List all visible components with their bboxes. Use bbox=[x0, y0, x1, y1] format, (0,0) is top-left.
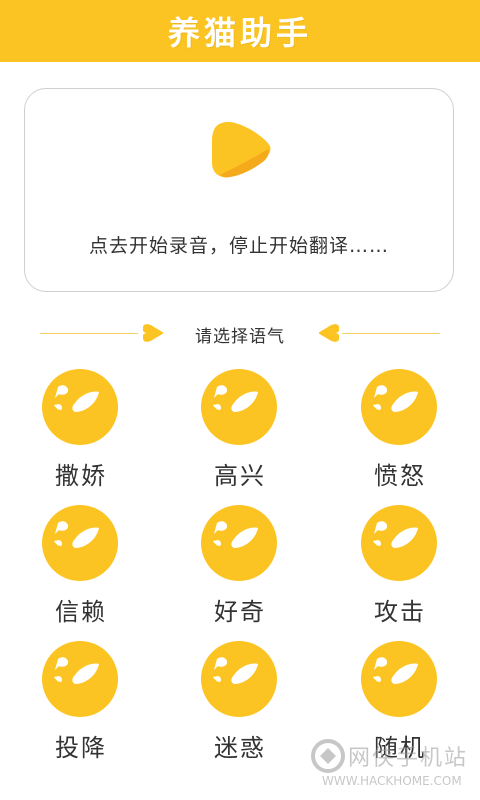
app-header: 养猫助手 bbox=[0, 0, 480, 62]
mood-item-1[interactable]: 高兴 bbox=[180, 366, 300, 496]
divider-left bbox=[40, 333, 138, 334]
heart-icon bbox=[143, 324, 163, 342]
watermark-en: WWW.HACKHOME.COM bbox=[322, 774, 462, 788]
mood-label: 迷惑 bbox=[214, 734, 266, 762]
watermark-cn: 网侠手机站 bbox=[348, 746, 469, 771]
record-card[interactable]: 点去开始录音，停止开始翻译…… bbox=[24, 88, 454, 292]
mood-label: 高兴 bbox=[214, 462, 266, 490]
cat-face-icon bbox=[201, 641, 277, 717]
tone-title: 请选择语气 bbox=[195, 327, 285, 347]
mood-label: 投降 bbox=[55, 734, 107, 762]
cat-face-icon bbox=[361, 641, 437, 717]
tone-header: 请选择语气 bbox=[40, 318, 440, 348]
divider-right bbox=[342, 333, 440, 334]
mood-label: 撒娇 bbox=[55, 462, 107, 490]
mood-item-0[interactable]: 撒娇 bbox=[21, 366, 141, 496]
cat-face-icon bbox=[42, 505, 118, 581]
cat-face-icon bbox=[42, 641, 118, 717]
cat-face-icon bbox=[361, 505, 437, 581]
heart-icon bbox=[319, 324, 339, 342]
mood-label: 信赖 bbox=[55, 598, 107, 626]
mood-item-4[interactable]: 好奇 bbox=[180, 502, 300, 632]
mood-item-2[interactable]: 愤怒 bbox=[340, 366, 460, 496]
mood-item-7[interactable]: 迷惑 bbox=[180, 638, 300, 768]
mood-item-3[interactable]: 信赖 bbox=[21, 502, 141, 632]
watermark: 网侠手机站 WWW.HACKHOME.COM bbox=[310, 732, 480, 794]
cat-face-icon bbox=[201, 369, 277, 445]
mood-label: 好奇 bbox=[214, 598, 266, 626]
mood-item-6[interactable]: 投降 bbox=[21, 638, 141, 768]
cat-face-icon bbox=[361, 369, 437, 445]
mood-label: 攻击 bbox=[374, 598, 426, 626]
play-icon[interactable] bbox=[208, 119, 272, 181]
mood-label: 愤怒 bbox=[374, 462, 426, 490]
hackhome-logo-icon bbox=[311, 739, 345, 773]
cat-face-icon bbox=[42, 369, 118, 445]
mood-item-5[interactable]: 攻击 bbox=[340, 502, 460, 632]
cat-face-icon bbox=[201, 505, 277, 581]
app-title: 养猫助手 bbox=[167, 14, 312, 52]
record-hint: 点去开始录音，停止开始翻译…… bbox=[88, 235, 389, 257]
